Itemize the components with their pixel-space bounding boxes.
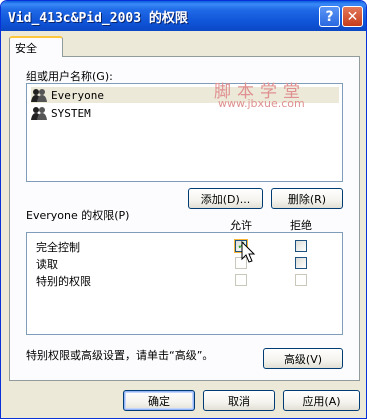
title-bar[interactable]: Vid_413c&Pid_2003 的权限 ? ✕ [1, 1, 366, 31]
permission-full-control: 完全控制 [36, 241, 80, 254]
window-title: Vid_413c&Pid_2003 的权限 [8, 11, 188, 26]
special-allow-checkbox [235, 274, 247, 286]
close-button[interactable]: ✕ [342, 6, 363, 27]
tab-security[interactable]: 安全 [9, 36, 63, 57]
remove-button[interactable]: 删除(R) [271, 188, 343, 209]
advanced-button-label: 高级(V) [283, 352, 323, 366]
permissions-label: Everyone 的权限(P) [26, 209, 130, 222]
permissions-dialog: Vid_413c&Pid_2003 的权限 ? ✕ 安全 组或用户名称(G): … [0, 0, 367, 419]
mouse-pointer-icon [241, 241, 256, 263]
allow-column-header: 允许 [230, 219, 252, 232]
users-group-icon [31, 106, 47, 120]
advanced-hint: 特别权限或高级设置，请单击“高级”。 [26, 349, 214, 362]
special-deny-checkbox [295, 274, 307, 286]
deny-column-header: 拒绝 [290, 219, 312, 232]
permission-read: 读取 [36, 258, 58, 271]
group-user-label: 组或用户名称(G): [26, 70, 113, 83]
user-name: Everyone [51, 88, 104, 102]
add-button-label: 添加(D)... [200, 192, 251, 206]
apply-button-label: 应用(A) [302, 394, 341, 408]
advanced-button[interactable]: 高级(V) [263, 348, 343, 369]
close-icon: ✕ [346, 8, 359, 25]
ok-button[interactable]: 确定 [123, 390, 195, 411]
full-control-deny-checkbox[interactable] [295, 240, 307, 252]
help-icon: ? [325, 8, 334, 25]
users-group-icon [31, 88, 47, 102]
permissions-list: 完全控制 读取 特别的权限 ✓ [26, 232, 343, 335]
cancel-button[interactable]: 取消 [203, 390, 275, 411]
user-name: SYSTEM [51, 106, 91, 120]
add-button[interactable]: 添加(D)... [188, 188, 263, 209]
permission-special: 特别的权限 [36, 275, 91, 288]
list-item-system[interactable]: SYSTEM [31, 105, 91, 121]
watermark-url: www.jbxue.com [218, 97, 305, 110]
ok-button-label: 确定 [148, 394, 170, 408]
apply-button[interactable]: 应用(A) [283, 390, 360, 411]
read-deny-checkbox[interactable] [295, 257, 307, 269]
tab-security-label: 安全 [15, 42, 37, 55]
help-button[interactable]: ? [319, 6, 340, 27]
cancel-button-label: 取消 [228, 394, 250, 408]
remove-button-label: 删除(R) [287, 192, 327, 206]
